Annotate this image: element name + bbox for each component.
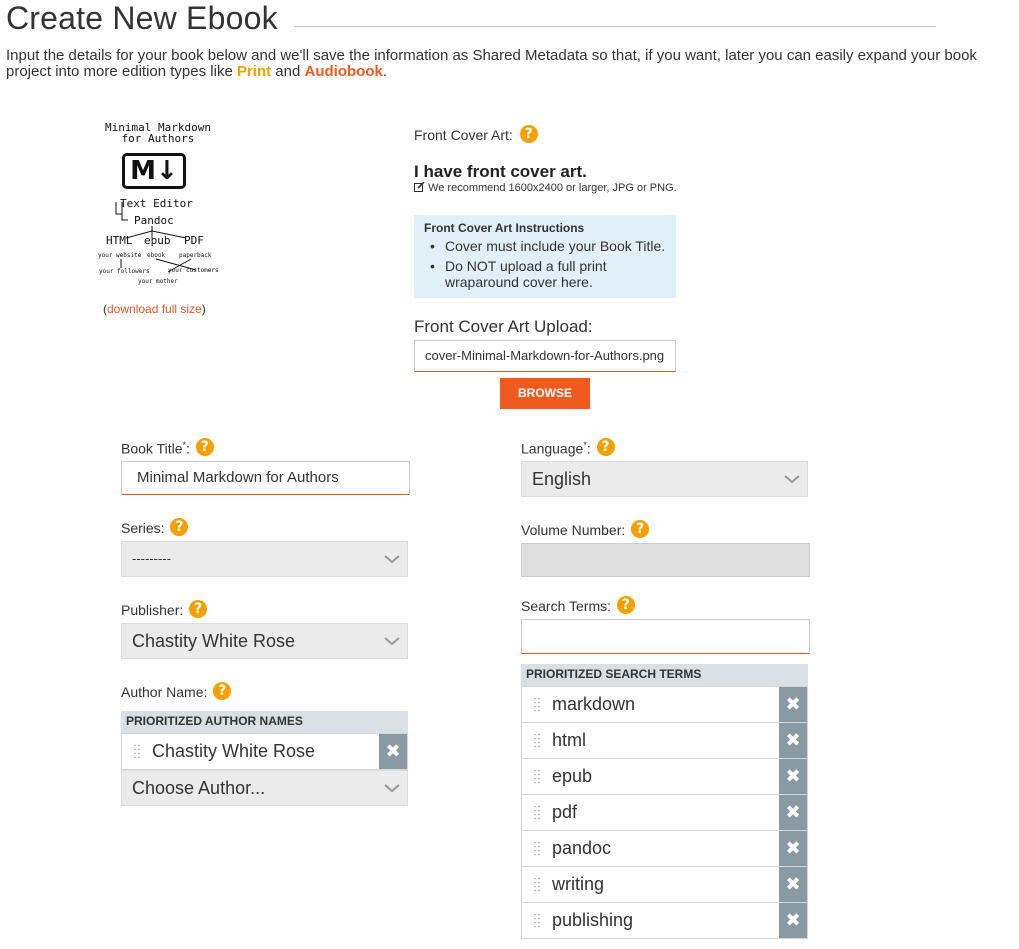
cover-your-mother: your mother xyxy=(138,278,178,285)
remove-icon[interactable]: ✖ xyxy=(779,867,807,902)
choose-author-select[interactable]: Choose Author... xyxy=(121,770,408,806)
remove-icon[interactable]: ✖ xyxy=(779,759,807,794)
instruction-item: Do NOT upload a full print wraparound co… xyxy=(424,258,666,290)
publisher-select[interactable]: Chastity White Rose xyxy=(121,623,408,659)
question-circle-icon[interactable]: ? xyxy=(631,519,650,538)
front-cover-have-art: I have front cover art. xyxy=(414,162,587,181)
search-term-item[interactable]: html ✖ xyxy=(521,722,808,759)
download-full-size: (download full size) xyxy=(103,302,206,316)
cover-your-customers: your customers xyxy=(168,267,219,274)
remove-icon[interactable]: ✖ xyxy=(779,903,807,938)
search-term-item[interactable]: epub ✖ xyxy=(521,758,808,795)
front-cover-upload-label: Front Cover Art Upload: xyxy=(414,317,593,336)
remove-icon[interactable]: ✖ xyxy=(779,795,807,830)
search-term-item[interactable]: pdf ✖ xyxy=(521,794,808,831)
drag-handle-icon[interactable] xyxy=(534,805,540,821)
question-circle-icon[interactable]: ? xyxy=(170,517,189,536)
language-select[interactable]: English xyxy=(521,461,808,497)
cover-your-website: your website xyxy=(98,252,142,259)
search-term-label: epub xyxy=(552,766,593,786)
cover-text-editor: Text Editor xyxy=(120,197,193,210)
drag-handle-icon[interactable] xyxy=(534,733,540,749)
cover-pandoc: Pandoc xyxy=(134,214,174,227)
front-cover-recommendation: We recommend 1600x2400 or larger, JPG or… xyxy=(414,181,677,194)
drag-handle-icon[interactable] xyxy=(534,913,540,929)
instructions-title: Front Cover Art Instructions xyxy=(424,221,585,235)
question-circle-icon[interactable]: ? xyxy=(519,125,538,144)
search-term-label: publishing xyxy=(552,910,634,930)
title-divider xyxy=(294,26,936,27)
search-term-item[interactable]: pandoc ✖ xyxy=(521,830,808,867)
series-label: Series: ? xyxy=(121,517,189,536)
chevron-down-icon xyxy=(384,637,400,646)
question-circle-icon[interactable]: ? xyxy=(195,438,214,457)
search-term-label: pdf xyxy=(552,802,578,822)
cover-ebook: ebook xyxy=(147,252,166,259)
drag-handle-icon[interactable] xyxy=(534,841,540,857)
search-term-label: pandoc xyxy=(552,838,612,858)
audiobook-link[interactable]: Audiobook xyxy=(305,63,383,80)
publisher-label: Publisher: ? xyxy=(121,599,208,618)
download-full-size-link[interactable]: download full size xyxy=(107,302,202,316)
print-link[interactable]: Print xyxy=(237,63,271,80)
question-circle-icon[interactable]: ? xyxy=(213,681,232,700)
language-label: Language*: ? xyxy=(521,438,615,457)
instruction-item: Cover must include your Book Title. xyxy=(424,238,666,254)
drag-handle-icon[interactable] xyxy=(534,697,540,713)
cover-paperback: paperback xyxy=(179,252,212,259)
cover-thumbnail: Minimal Markdown for Authors M↓ Text Edit… xyxy=(96,122,220,290)
cover-your-followers: your followers xyxy=(99,268,150,275)
question-circle-icon[interactable]: ? xyxy=(189,599,208,618)
question-circle-icon[interactable]: ? xyxy=(616,595,635,614)
chevron-down-icon xyxy=(784,475,800,484)
book-title-label: Book Title*: ? xyxy=(121,438,214,457)
volume-number-input xyxy=(521,543,810,577)
drag-handle-icon[interactable] xyxy=(534,769,540,785)
cover-epub: epub xyxy=(144,234,171,247)
front-cover-upload-field[interactable]: cover-Minimal-Markdown-for-Authors.png xyxy=(414,340,676,372)
search-term-item[interactable]: publishing ✖ xyxy=(521,902,808,939)
browse-button[interactable]: BROWSE xyxy=(500,378,590,409)
drag-handle-icon[interactable] xyxy=(534,877,540,893)
remove-icon[interactable]: ✖ xyxy=(779,687,807,722)
search-terms-input[interactable] xyxy=(521,619,810,654)
search-term-label: writing xyxy=(552,874,605,894)
question-circle-icon[interactable]: ? xyxy=(596,438,615,457)
cover-pdf: PDF xyxy=(184,234,204,247)
front-cover-art-label: Front Cover Art: ? xyxy=(414,125,538,144)
front-cover-instructions: Front Cover Art Instructions Cover must … xyxy=(414,215,676,298)
author-item[interactable]: Chastity White Rose ✖ xyxy=(121,733,408,770)
author-item-label: Chastity White Rose xyxy=(152,741,316,761)
search-terms-label: Search Terms: ? xyxy=(521,595,635,614)
intro-text: Input the details for your book below an… xyxy=(6,47,977,80)
page-title: Create New Ebook xyxy=(6,0,278,36)
volume-number-label: Volume Number: ? xyxy=(521,519,650,538)
chevron-down-icon xyxy=(384,784,400,793)
search-term-item[interactable]: writing ✖ xyxy=(521,866,808,903)
remove-icon[interactable]: ✖ xyxy=(779,723,807,758)
series-select[interactable]: --------- xyxy=(121,541,408,577)
chevron-down-icon xyxy=(384,555,400,564)
edit-icon[interactable] xyxy=(414,181,425,192)
search-term-label: markdown xyxy=(552,694,636,714)
prioritized-author-names-header: PRIORITIZED AUTHOR NAMES xyxy=(121,711,408,733)
search-term-label: html xyxy=(552,730,587,750)
cover-html: HTML xyxy=(106,234,133,247)
remove-icon[interactable]: ✖ xyxy=(379,734,407,769)
search-term-item[interactable]: markdown ✖ xyxy=(521,686,808,723)
remove-icon[interactable]: ✖ xyxy=(779,831,807,866)
book-title-input[interactable]: Minimal Markdown for Authors xyxy=(121,461,410,495)
author-name-label: Author Name: ? xyxy=(121,681,232,700)
drag-handle-icon[interactable] xyxy=(134,744,140,760)
prioritized-search-terms-header: PRIORITIZED SEARCH TERMS xyxy=(521,664,808,686)
